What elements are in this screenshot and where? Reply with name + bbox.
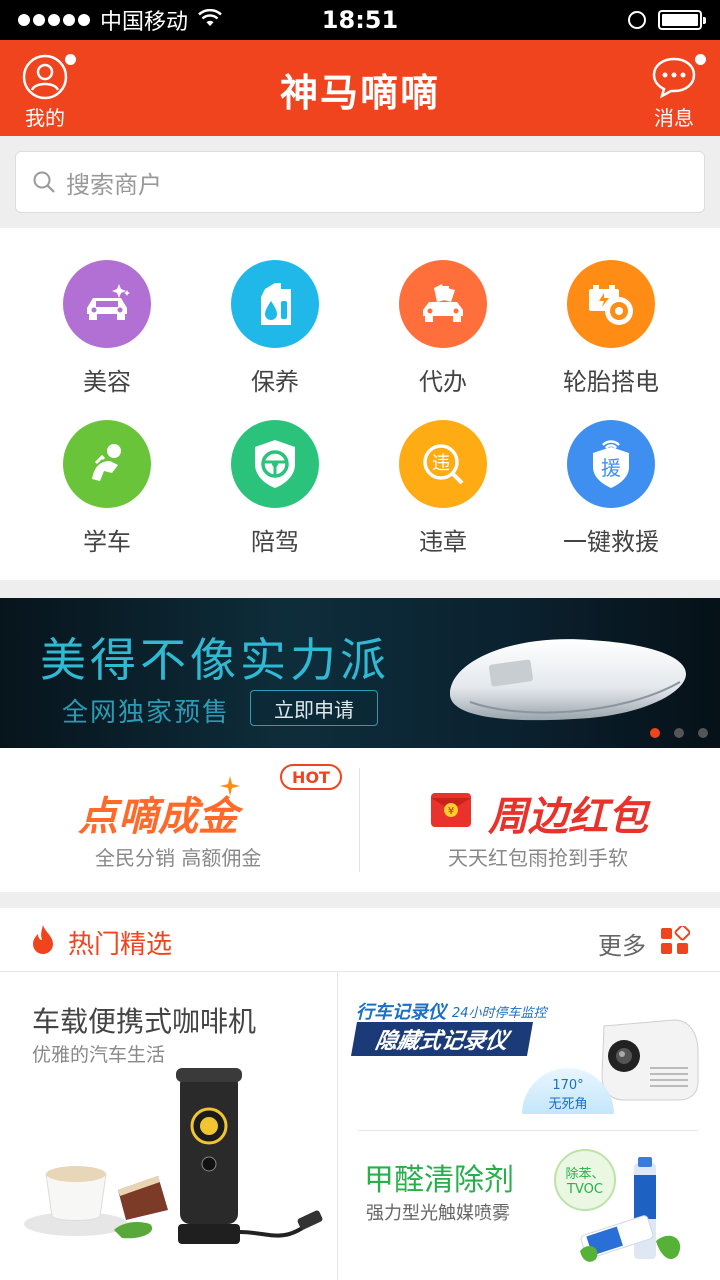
page-title: 神马嘀嘀 (279, 71, 440, 115)
hot-section-header: 热门精选 更多 (0, 908, 720, 972)
carousel-dot[interactable] (674, 728, 684, 738)
grid-menu-icon[interactable] (660, 926, 690, 956)
product-subtitle: 强力型光触媒喷雾 (366, 1203, 510, 1224)
svg-text:¥: ¥ (448, 806, 454, 817)
svg-text:违: 违 (432, 453, 450, 474)
hot-products: 车载便携式咖啡机 优雅的汽车生活 行车记录仪 24小时停车监控 隐藏式记录仪 1… (0, 972, 720, 1280)
messages-label: 消息 (654, 106, 694, 130)
battery-icon (658, 10, 706, 30)
notification-dot (695, 54, 706, 65)
product-card-formaldehyde-remover[interactable]: 甲醛清除剂 强力型光触媒喷雾 除苯、 TVOC (338, 1131, 720, 1280)
search-bar: 搜索商户 (0, 136, 720, 228)
carousel-dot[interactable] (698, 728, 708, 738)
steering-wheel-shield-icon (231, 420, 319, 508)
banner-subline: 全网独家预售 (62, 698, 231, 728)
promo-banner[interactable]: 美得不像实力派 全网独家预售 立即申请 (0, 598, 720, 748)
banner-headline: 美得不像实力派 (40, 633, 390, 687)
spray-bottle-image (580, 1157, 681, 1262)
red-envelope-icon: ¥ (431, 793, 471, 827)
category-label: 保养 (251, 368, 299, 396)
promo-desc: 天天红包雨抢到手软 (448, 846, 628, 870)
promo-title: 周边红包 (488, 794, 648, 840)
product-title: 隐藏式记录仪 (351, 1022, 533, 1056)
search-placeholder: 搜索商户 (66, 170, 162, 199)
product-title: 甲醛清除剂 (364, 1163, 514, 1198)
category-driving-school[interactable]: 学车 (17, 420, 197, 557)
category-label: 美容 (83, 368, 131, 396)
messages-button[interactable]: 消息 (650, 54, 706, 131)
category-one-key-rescue[interactable]: 援 一键救援 (521, 420, 701, 557)
app-header: 我的 神马嘀嘀 消息 (0, 40, 720, 136)
promo-title: 点嘀成金 (78, 794, 238, 840)
car-sparkle-icon (63, 260, 151, 348)
angle-caption: 无死角 (548, 1097, 588, 1112)
search-icon (33, 171, 55, 193)
flame-icon (33, 925, 53, 954)
chat-bubble-icon (652, 57, 696, 99)
rescue-shield-icon: 援 (567, 420, 655, 508)
product-subtitle: 优雅的汽车生活 (32, 1044, 166, 1066)
tire-battery-icon (567, 260, 655, 348)
svg-text:援: 援 (601, 456, 621, 480)
category-driving-companion[interactable]: 陪驾 (185, 420, 365, 557)
car-documents-icon (399, 260, 487, 348)
coffee-machine-image (24, 1068, 323, 1244)
promo-desc: 全民分销 高额佣金 (95, 846, 262, 870)
promo-red-envelope[interactable]: ¥ 周边红包 天天红包雨抢到手软 (360, 748, 719, 892)
category-maintenance[interactable]: 保养 (185, 260, 365, 397)
category-beauty[interactable]: 美容 (17, 260, 197, 397)
promo-earn-commission[interactable]: 点嘀成金 HOT 全民分销 高额佣金 (0, 748, 359, 892)
category-grid: 美容 保养 代办 轮胎搭电 学车 陪驾 违 违章 援 一键救援 (0, 228, 720, 580)
wifi-icon (198, 8, 222, 32)
category-agency[interactable]: 代办 (353, 260, 533, 397)
category-label: 轮胎搭电 (563, 368, 659, 396)
oil-can-icon (231, 260, 319, 348)
apply-now-button[interactable]: 立即申请 (250, 690, 378, 726)
learner-driver-icon (63, 420, 151, 508)
violation-search-icon: 违 (399, 420, 487, 508)
category-tire-jump-start[interactable]: 轮胎搭电 (521, 260, 701, 397)
category-label: 一键救援 (563, 528, 659, 556)
more-link[interactable]: 更多 (598, 926, 646, 961)
category-label: 陪驾 (251, 528, 299, 556)
carousel-indicator (650, 728, 708, 738)
product-card-coffee-machine[interactable]: 车载便携式咖啡机 优雅的汽车生活 (0, 972, 337, 1280)
hot-badge: HOT (280, 764, 342, 790)
status-bar: 中国移动 18:51 (0, 0, 720, 40)
search-input[interactable]: 搜索商户 (15, 151, 705, 213)
mouse-product-image (450, 639, 686, 721)
angle-value: 170° (552, 1078, 584, 1093)
signal-strength-icon (18, 14, 90, 26)
category-label: 违章 (419, 528, 467, 556)
promo-row: 点嘀成金 HOT 全民分销 高额佣金 ¥ 周边红包 天天红包雨抢到手软 (0, 748, 720, 892)
carrier-name: 中国移动 (100, 10, 189, 35)
product-title: 车载便携式咖啡机 (32, 1005, 257, 1038)
alarm-icon (628, 11, 646, 29)
section-title: 热门精选 (68, 930, 173, 960)
category-violations[interactable]: 违 违章 (353, 420, 533, 557)
carousel-dot-active[interactable] (650, 728, 660, 738)
product-card-dash-cam[interactable]: 行车记录仪 24小时停车监控 隐藏式记录仪 170° 无死角 (338, 972, 720, 1130)
product-tag: 行车记录仪 (356, 1002, 446, 1023)
category-label: 学车 (83, 528, 131, 556)
sparkle-icon (220, 776, 240, 796)
category-label: 代办 (419, 368, 467, 396)
product-tag-secondary: 24小时停车监控 (452, 1006, 547, 1021)
